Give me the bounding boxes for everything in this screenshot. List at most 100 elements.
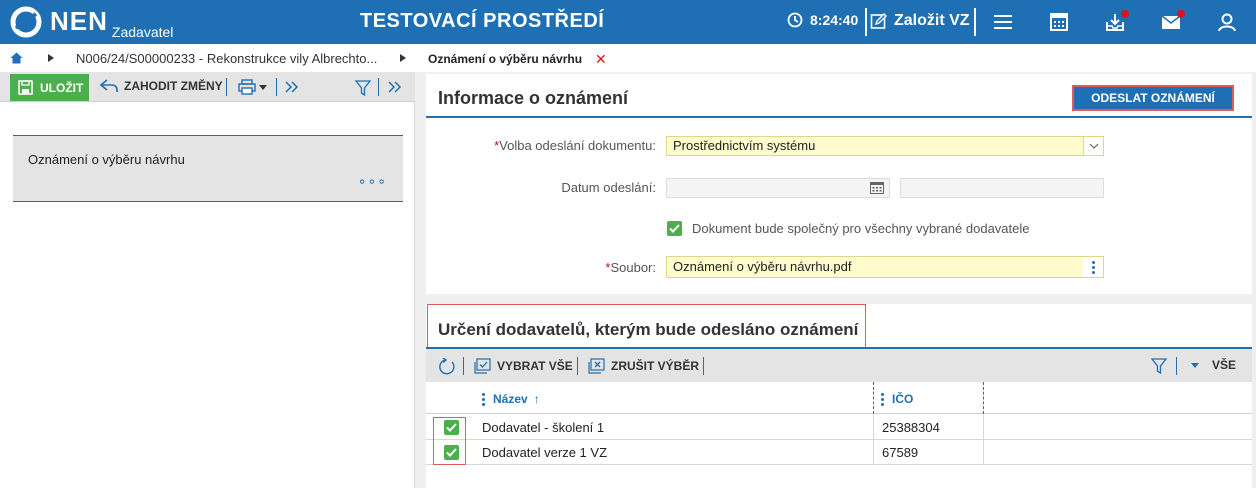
save-label: ULOŽIT xyxy=(40,80,84,95)
divider xyxy=(873,440,874,464)
filter-icon[interactable] xyxy=(355,80,371,96)
divider xyxy=(974,8,976,36)
deselect-all-label: ZRUŠIT VÝBĚR xyxy=(611,359,700,373)
checkbox-highlight xyxy=(433,417,466,465)
deselect-all-icon xyxy=(588,358,605,374)
print-icon xyxy=(238,79,256,95)
tab-oznameni[interactable]: Oznámení o výběru návrhu xyxy=(428,52,582,66)
tab-bar: Oznámení o výběru návrhu ✕ xyxy=(415,44,1256,72)
table-row[interactable]: Dodavatel verze 1 VZ 67589 xyxy=(426,440,1252,465)
breadcrumb-path[interactable]: N006/24/S00000233 - Rekonstrukce vily Al… xyxy=(76,51,377,66)
create-contract-button[interactable]: Založit VZ xyxy=(870,12,970,30)
supplier-name: Dodavatel - školení 1 xyxy=(482,420,605,435)
undo-icon xyxy=(100,79,118,92)
deselect-all-button[interactable]: ZRUŠIT VÝBĚR xyxy=(588,358,699,374)
file-value: Oznámení o výběru návrhu.pdf xyxy=(673,259,852,274)
select-all-button[interactable]: VYBRAT VŠE xyxy=(474,358,573,374)
calendar-icon[interactable] xyxy=(870,182,884,194)
supplier-name: Dodavatel verze 1 VZ xyxy=(482,445,608,460)
divider xyxy=(378,78,379,96)
column-menu-icon[interactable] xyxy=(881,392,884,406)
close-icon[interactable]: ✕ xyxy=(595,51,607,68)
common-document-checkbox[interactable] xyxy=(667,221,682,236)
save-button[interactable]: ULOŽIT xyxy=(10,74,89,101)
select-all-icon xyxy=(474,358,491,374)
info-panel: Informace o oznámení ODESLAT OZNÁMENÍ *V… xyxy=(426,74,1252,294)
column-header-ico[interactable]: IČO xyxy=(881,392,913,406)
logo-subtitle: Zadavatel xyxy=(111,24,174,40)
document-card-title: Oznámení o výběru návrhu xyxy=(28,152,185,167)
refresh-icon[interactable] xyxy=(438,358,456,375)
more-options-icon[interactable]: ∘∘∘ xyxy=(358,173,387,190)
grid-header: Název ↑ IČO xyxy=(426,382,1252,414)
divider xyxy=(276,78,277,96)
info-panel-title: Informace o oznámení xyxy=(438,88,629,108)
send-method-select[interactable]: Prostřednictvím systému xyxy=(666,136,1104,156)
top-bar: NEN Zadavatel TESTOVACÍ PROSTŘEDÍ 8:24:4… xyxy=(0,0,1256,44)
view-all-label: VŠE xyxy=(1212,358,1237,372)
divider xyxy=(983,415,984,439)
send-method-field-label: *Volba odeslání dokumentu: xyxy=(426,138,656,153)
logo-icon xyxy=(10,6,42,38)
grid-toolbar: VYBRAT VŠE ZRUŠIT VÝBĚR VŠE xyxy=(426,349,1252,382)
logo-text: NEN xyxy=(50,6,108,36)
double-chevron-right-icon[interactable] xyxy=(283,80,299,94)
common-document-label: Dokument bude společný pro všechny vybra… xyxy=(692,221,1030,236)
column-ico-label: IČO xyxy=(892,392,914,406)
send-notice-button[interactable]: ODESLAT OZNÁMENÍ xyxy=(1074,87,1232,109)
send-date-input[interactable] xyxy=(666,178,890,198)
clock-icon xyxy=(787,12,803,28)
divider xyxy=(983,440,984,464)
left-toolbar: ULOŽIT ZAHODIT ZMĚNY xyxy=(0,72,415,102)
send-date-field-label: Datum odeslání: xyxy=(561,180,656,195)
print-menu-button[interactable] xyxy=(238,79,267,95)
sort-ascending-icon: ↑ xyxy=(533,392,540,406)
notification-dot xyxy=(1177,10,1185,18)
column-resizer[interactable] xyxy=(873,382,874,414)
supplier-ico: 25388304 xyxy=(882,420,940,435)
create-contract-label: Založit VZ xyxy=(894,12,970,29)
send-method-value: Prostřednictvím systému xyxy=(673,138,816,153)
clock-time: 8:24:40 xyxy=(810,12,859,28)
suppliers-panel: Určení dodavatelů, kterým bude odesláno … xyxy=(426,304,1252,488)
chevron-right-icon xyxy=(400,54,406,62)
file-menu-icon[interactable] xyxy=(1083,257,1103,277)
divider xyxy=(865,8,867,36)
chevron-down-icon xyxy=(259,84,267,90)
send-method-label-text: Volba odeslání dokumentu: xyxy=(499,138,656,153)
table-row[interactable]: Dodavatel - školení 1 25388304 xyxy=(426,415,1252,440)
session-clock: 8:24:40 xyxy=(787,12,858,28)
discard-label: ZAHODIT ZMĚNY xyxy=(124,79,223,93)
file-field-label: *Soubor: xyxy=(426,260,656,275)
chevron-down-icon[interactable] xyxy=(1083,137,1103,155)
menu-icon[interactable] xyxy=(992,12,1014,32)
left-panel: ULOŽIT ZAHODIT ZMĚNY Oznámení o výběru n… xyxy=(0,72,415,488)
right-area: Informace o oznámení ODESLAT OZNÁMENÍ *V… xyxy=(415,72,1256,488)
chevron-down-icon xyxy=(1191,362,1199,368)
column-menu-icon[interactable] xyxy=(482,392,485,406)
file-label-text: Soubor: xyxy=(610,260,656,275)
supplier-ico: 67589 xyxy=(882,445,919,460)
home-icon[interactable] xyxy=(10,52,23,64)
column-name-label: Název xyxy=(493,392,528,406)
divider xyxy=(577,357,578,375)
double-chevron-right-icon[interactable] xyxy=(386,80,402,94)
discard-changes-button[interactable]: ZAHODIT ZMĚNY xyxy=(100,79,223,93)
column-header-name[interactable]: Název ↑ xyxy=(482,392,540,406)
send-time-input[interactable] xyxy=(900,178,1104,198)
filter-icon[interactable] xyxy=(1151,358,1167,374)
calendar-icon[interactable] xyxy=(1048,12,1070,32)
user-icon[interactable] xyxy=(1216,12,1238,32)
divider xyxy=(226,78,227,96)
logo[interactable]: NEN Zadavatel xyxy=(10,6,174,40)
view-all-dropdown[interactable]: VŠE xyxy=(1191,358,1236,372)
document-card[interactable]: Oznámení o výběru návrhu ∘∘∘ xyxy=(13,135,403,202)
divider xyxy=(703,357,704,375)
breadcrumb: N006/24/S00000233 - Rekonstrukce vily Al… xyxy=(0,44,415,72)
save-icon xyxy=(18,80,33,95)
notification-dot xyxy=(1121,10,1129,18)
file-input[interactable]: Oznámení o výběru návrhu.pdf xyxy=(666,256,1104,278)
suppliers-title-box: Určení dodavatelů, kterým bude odesláno … xyxy=(427,304,866,348)
column-resizer[interactable] xyxy=(983,382,984,414)
select-all-label: VYBRAT VŠE xyxy=(497,359,573,373)
